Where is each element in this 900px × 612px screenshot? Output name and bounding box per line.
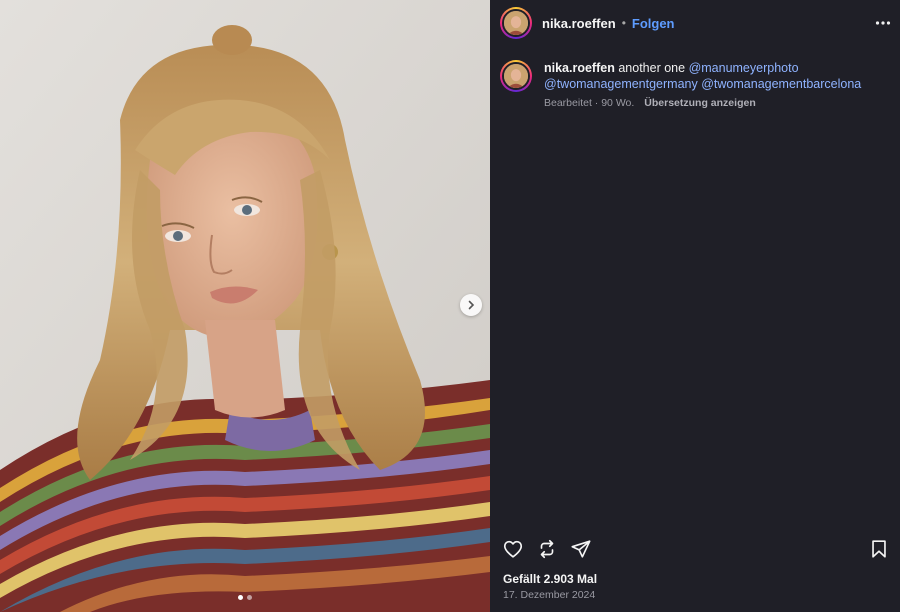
post-caption: nika.roeffen another one @manumeyerphoto… [500, 60, 890, 109]
show-translation-link[interactable]: Übersetzung anzeigen [644, 97, 755, 109]
post-date[interactable]: 17. Dezember 2024 [503, 589, 595, 601]
caption-meta: Bearbeitet · 90 Wo. Übersetzung anzeigen [544, 97, 890, 109]
bookmark-icon [872, 540, 886, 558]
caption-age: Bearbeitet · 90 Wo. [544, 97, 635, 109]
like-button[interactable] [502, 538, 524, 560]
mention-link[interactable]: @manumeyerphoto [689, 61, 799, 75]
caption-username[interactable]: nika.roeffen [544, 61, 615, 75]
post-header: nika.roeffen • Folgen [490, 0, 900, 46]
carousel-indicator [0, 595, 490, 600]
more-icon [875, 21, 891, 25]
share-icon [571, 540, 591, 558]
post-side-panel: nika.roeffen • Folgen nika.roeffen anoth… [490, 0, 900, 612]
chevron-right-icon [468, 300, 475, 310]
header-username[interactable]: nika.roeffen [542, 16, 616, 31]
follow-button[interactable]: Folgen [632, 16, 675, 31]
caption-avatar[interactable] [500, 60, 532, 92]
share-button[interactable] [570, 538, 592, 560]
carousel-dot [247, 595, 252, 600]
carousel-next-button[interactable] [460, 294, 482, 316]
avatar-image [504, 64, 528, 88]
action-bar [502, 537, 890, 561]
mention-link[interactable]: @twomanagementbarcelona [701, 77, 861, 91]
portrait-image [0, 0, 490, 612]
caption-message: another one [618, 61, 686, 75]
save-button[interactable] [868, 538, 890, 560]
avatar[interactable] [500, 7, 532, 39]
post-viewer: nika.roeffen • Folgen nika.roeffen anoth… [0, 0, 900, 612]
like-count[interactable]: Gefällt 2.903 Mal [503, 572, 597, 586]
caption-text: nika.roeffen another one @manumeyerphoto… [544, 60, 890, 92]
repost-button[interactable] [536, 538, 558, 560]
carousel-dot-active [238, 595, 243, 600]
avatar-image [504, 11, 528, 35]
mention-link[interactable]: @twomanagementgermany [544, 77, 698, 91]
more-options-button[interactable] [874, 14, 892, 32]
post-photo[interactable] [0, 0, 490, 612]
repost-icon [540, 539, 554, 559]
heart-icon [503, 540, 523, 558]
header-separator: • [621, 16, 626, 30]
